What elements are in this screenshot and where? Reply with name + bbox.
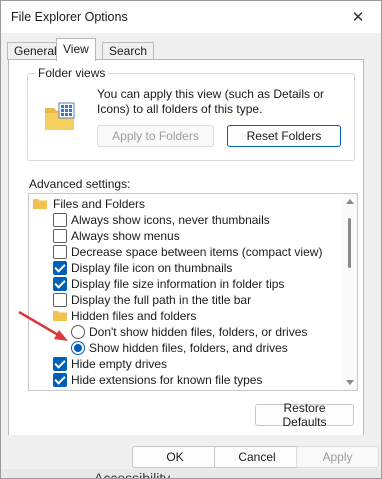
annotation-arrow-icon <box>18 310 68 341</box>
tab-view[interactable]: View <box>56 38 96 61</box>
